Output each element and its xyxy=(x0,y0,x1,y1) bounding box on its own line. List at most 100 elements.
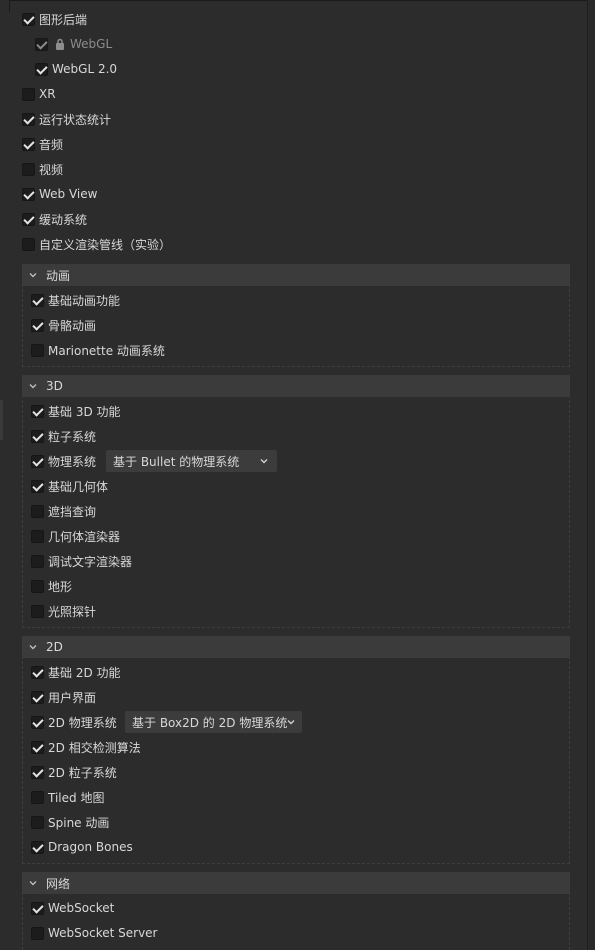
option-occlusion-query[interactable]: 遮挡查询 xyxy=(31,501,96,521)
checkbox[interactable] xyxy=(22,162,35,176)
option-intersection-2d[interactable]: 2D 相交检测算法 xyxy=(31,737,141,757)
checkbox[interactable] xyxy=(31,690,44,704)
checkbox[interactable] xyxy=(31,579,44,593)
checkbox[interactable] xyxy=(31,318,44,332)
select-value: 基于 Bullet 的物理系统 xyxy=(113,454,240,469)
checkbox[interactable] xyxy=(31,504,44,518)
option-light-probe[interactable]: 光照探针 xyxy=(31,601,96,621)
option-label: Marionette 动画系统 xyxy=(48,343,165,358)
checkbox[interactable] xyxy=(31,840,44,854)
checkbox[interactable] xyxy=(31,926,44,940)
option-label: 2D 粒子系统 xyxy=(48,765,117,780)
option-label: 图形后端 xyxy=(39,12,88,27)
option-animation-base[interactable]: 基础动画功能 xyxy=(31,290,120,310)
checkbox[interactable] xyxy=(31,293,44,307)
option-label: 用户界面 xyxy=(48,690,97,705)
panel-header-network[interactable]: 网络 xyxy=(22,872,570,894)
checkbox[interactable] xyxy=(31,790,44,804)
option-label: 基础 3D 功能 xyxy=(48,404,121,419)
option-label: WebGL xyxy=(70,37,113,51)
checkbox[interactable] xyxy=(31,604,44,618)
option-label: WebSocket Server xyxy=(48,926,158,940)
select-value: 基于 Box2D 的 2D 物理系统 xyxy=(132,715,288,730)
option-marionette[interactable]: Marionette 动画系统 xyxy=(31,340,165,360)
checkbox[interactable] xyxy=(31,901,44,915)
panel-title: 动画 xyxy=(46,268,71,283)
checkbox[interactable] xyxy=(31,343,44,357)
option-custom-pipeline[interactable]: 自定义渲染管线（实验） xyxy=(22,234,171,254)
option-label: Dragon Bones xyxy=(48,840,133,854)
panel-header-2d[interactable]: 2D xyxy=(22,636,570,658)
scrollbar[interactable] xyxy=(587,0,595,950)
checkbox[interactable] xyxy=(31,765,44,779)
option-geometry-renderer[interactable]: 几何体渲染器 xyxy=(31,526,120,546)
checkbox[interactable] xyxy=(22,137,35,151)
option-audio[interactable]: 音频 xyxy=(22,134,63,154)
physics-engine-select[interactable]: 基于 Bullet 的物理系统 xyxy=(106,450,277,472)
chevron-down-icon xyxy=(29,881,37,886)
option-spine[interactable]: Spine 动画 xyxy=(31,812,109,832)
option-3d-base[interactable]: 基础 3D 功能 xyxy=(31,401,121,421)
checkbox[interactable] xyxy=(22,112,35,126)
checkbox[interactable] xyxy=(31,454,44,468)
checkbox[interactable] xyxy=(31,529,44,543)
option-tiled-map[interactable]: Tiled 地图 xyxy=(31,787,104,807)
checkbox[interactable] xyxy=(31,715,44,729)
checkbox[interactable] xyxy=(22,212,35,226)
checkbox[interactable] xyxy=(22,237,35,251)
chevron-down-icon xyxy=(29,273,37,278)
chevron-down-icon xyxy=(29,384,37,389)
checkbox[interactable] xyxy=(31,815,44,829)
option-2d-base[interactable]: 基础 2D 功能 xyxy=(31,662,121,682)
checkbox[interactable] xyxy=(31,429,44,443)
option-skeletal-animation[interactable]: 骨骼动画 xyxy=(31,315,96,335)
option-label: 2D 物理系统 xyxy=(48,715,117,730)
option-label: 基础几何体 xyxy=(48,479,109,494)
option-label: WebGL 2.0 xyxy=(52,62,118,76)
option-label: Spine 动画 xyxy=(48,815,110,830)
option-graphics-backend[interactable]: 图形后端 xyxy=(22,9,87,29)
option-websocket[interactable]: WebSocket xyxy=(31,898,114,918)
option-label: 缓动系统 xyxy=(39,212,88,227)
option-websocket-server[interactable]: WebSocket Server xyxy=(31,923,158,943)
option-label: 调试文字渲染器 xyxy=(48,554,133,569)
option-label: 物理系统 xyxy=(48,454,97,469)
option-ui[interactable]: 用户界面 xyxy=(31,687,96,707)
chevron-down-icon xyxy=(287,720,295,725)
panel-header-animation[interactable]: 动画 xyxy=(22,264,570,286)
option-debug-text-renderer[interactable]: 调试文字渲染器 xyxy=(31,551,132,571)
option-xr[interactable]: XR xyxy=(22,84,56,104)
checkbox[interactable] xyxy=(31,665,44,679)
checkbox[interactable] xyxy=(31,554,44,568)
option-physics[interactable]: 物理系统 xyxy=(31,451,96,471)
checkbox xyxy=(35,37,48,51)
option-2d-physics[interactable]: 2D 物理系统 xyxy=(31,712,117,732)
option-terrain[interactable]: 地形 xyxy=(31,576,72,596)
option-particle-2d[interactable]: 2D 粒子系统 xyxy=(31,762,117,782)
option-video[interactable]: 视频 xyxy=(22,159,63,179)
left-edge xyxy=(0,400,3,440)
option-label: 运行状态统计 xyxy=(39,112,112,127)
feature-cropping-panel: 图形后端 WebGL WebGL 2.0 XR 运行状态统计 音频 视频 Web… xyxy=(0,0,595,950)
physics-2d-engine-select[interactable]: 基于 Box2D 的 2D 物理系统 xyxy=(125,711,302,733)
option-webview[interactable]: Web View xyxy=(22,184,97,204)
option-label: WebSocket xyxy=(48,901,115,915)
checkbox[interactable] xyxy=(31,740,44,754)
option-label: 几何体渲染器 xyxy=(48,529,121,544)
option-particle[interactable]: 粒子系统 xyxy=(31,426,96,446)
option-tween[interactable]: 缓动系统 xyxy=(22,209,87,229)
checkbox[interactable] xyxy=(22,87,35,101)
option-primitive[interactable]: 基础几何体 xyxy=(31,476,108,496)
panel-header-3d[interactable]: 3D xyxy=(22,375,570,397)
checkbox[interactable] xyxy=(35,62,48,76)
checkbox[interactable] xyxy=(31,404,44,418)
checkbox[interactable] xyxy=(22,187,35,201)
chevron-down-icon xyxy=(260,459,268,464)
option-webgl2[interactable]: WebGL 2.0 xyxy=(35,59,117,79)
option-dragon-bones[interactable]: Dragon Bones xyxy=(31,837,133,857)
option-profiler[interactable]: 运行状态统计 xyxy=(22,109,111,129)
checkbox[interactable] xyxy=(31,479,44,493)
option-label: 基础 2D 功能 xyxy=(48,665,121,680)
checkbox[interactable] xyxy=(22,12,35,26)
chevron-down-icon xyxy=(29,645,37,650)
